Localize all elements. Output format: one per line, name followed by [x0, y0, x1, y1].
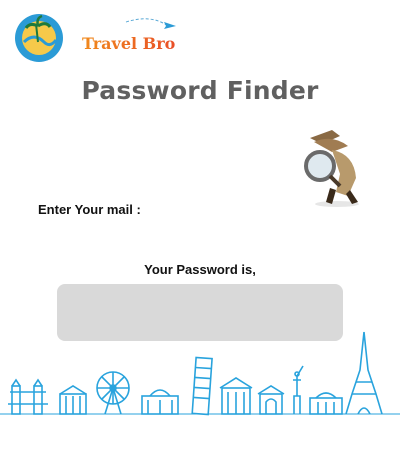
plane-icon: [164, 22, 176, 29]
city-landmarks-skyline: [0, 330, 400, 420]
ferris-wheel-icon: [96, 371, 130, 415]
arch-building-icon: [257, 385, 285, 415]
page-title: Password Finder: [81, 76, 319, 105]
brand-name: Travel Bro: [82, 34, 176, 53]
palace-icon: [141, 389, 179, 415]
email-field[interactable]: [152, 196, 362, 222]
eiffel-tower-icon: [345, 331, 383, 415]
tower-bridge-icon: [8, 378, 48, 415]
travel-bro-logo: Travel Bro: [6, 8, 186, 68]
password-label: Your Password is,: [144, 262, 256, 277]
statue-of-liberty-icon: [293, 365, 304, 414]
mail-label: Enter Your mail :: [38, 202, 141, 217]
columned-building-icon: [219, 377, 253, 415]
brandenburg-gate-icon: [59, 385, 87, 415]
opera-house-icon: [309, 392, 343, 415]
leaning-tower-icon: [191, 356, 213, 416]
